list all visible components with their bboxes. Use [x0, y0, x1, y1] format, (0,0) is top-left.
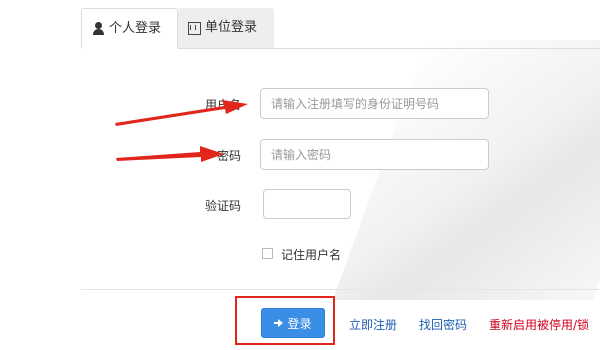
annotation-arrow-username	[115, 100, 248, 126]
annotation-arrow-password	[116, 146, 224, 162]
annotation-arrows	[115, 100, 248, 162]
